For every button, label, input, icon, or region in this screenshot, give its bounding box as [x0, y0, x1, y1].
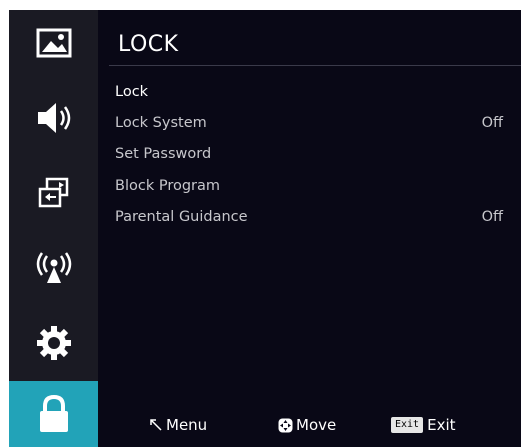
menu-item-lock-system[interactable]: Lock System Off: [115, 108, 503, 139]
menu-item-label: Lock: [115, 84, 149, 100]
title-divider: [109, 65, 521, 66]
menu-item-label: Block Program: [115, 178, 221, 194]
sidebar-item-settings[interactable]: [9, 310, 98, 376]
sidebar-item-input[interactable]: [9, 160, 98, 226]
menu-item-block-program[interactable]: Block Program: [115, 171, 503, 202]
menu-item-label: Lock System: [115, 115, 207, 131]
sidebar: [9, 10, 98, 447]
sound-icon: [37, 103, 70, 133]
sidebar-item-lock[interactable]: [9, 381, 98, 447]
sidebar-item-picture[interactable]: [9, 10, 98, 76]
exit-hint-label: Exit: [427, 416, 456, 434]
dpad-icon: [278, 418, 293, 432]
tv-osd-menu: LOCK Lock Lock System Off Set Password B…: [9, 10, 521, 447]
menu-item-label: Set Password: [115, 146, 212, 162]
menu-item-set-password[interactable]: Set Password: [115, 139, 503, 170]
sidebar-item-sound[interactable]: [9, 85, 98, 151]
move-hint-label: Move: [296, 416, 337, 434]
move-hint: Move: [278, 414, 336, 436]
sidebar-item-channel[interactable]: [9, 235, 98, 301]
exit-key-badge: Exit: [391, 417, 424, 433]
input-source-icon: [38, 177, 68, 208]
menu-hint-label: Menu: [166, 416, 208, 434]
page-title: LOCK: [118, 32, 179, 57]
menu-item-value: Off: [481, 209, 503, 225]
menu-item-parental-guidance[interactable]: Parental Guidance Off: [115, 202, 503, 233]
menu-hint: Menu: [149, 414, 207, 436]
footer-hints: Menu Move Exit Exit: [109, 410, 521, 440]
menu-item-label: Parental Guidance: [115, 209, 248, 225]
lock-icon: [39, 394, 68, 432]
settings-gear-icon: [36, 326, 71, 360]
channel-broadcast-icon: [36, 252, 71, 283]
picture-icon: [36, 28, 71, 58]
menu-item-lock[interactable]: Lock: [115, 77, 503, 108]
exit-hint: Exit Exit: [391, 414, 456, 436]
menu-item-value: Off: [481, 115, 503, 131]
return-arrow-icon: [150, 419, 162, 431]
